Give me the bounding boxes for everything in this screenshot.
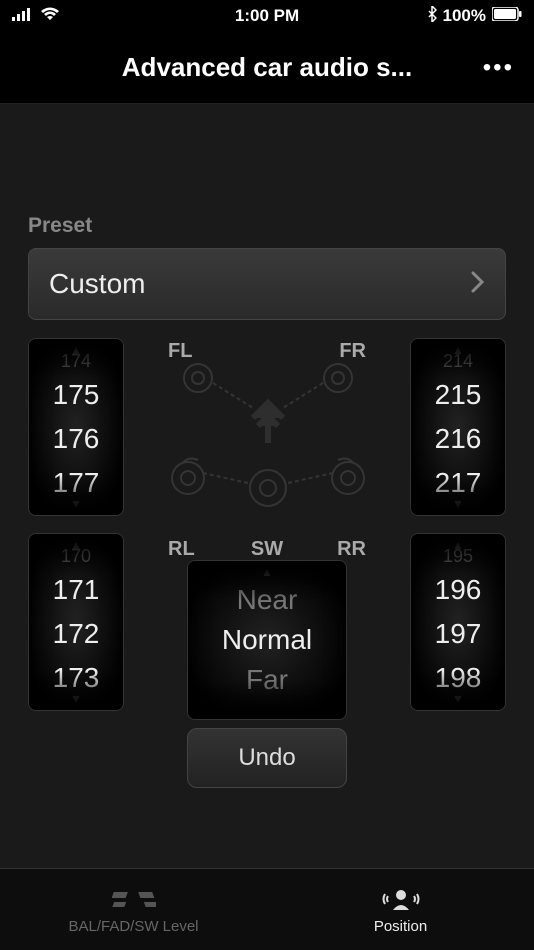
more-icon[interactable]: •••: [483, 54, 514, 82]
page-title: Advanced car audio s...: [122, 52, 412, 83]
arrow-up-icon: ▲: [70, 538, 82, 552]
wheel-value: Far: [246, 660, 288, 700]
wheel-value: 216: [435, 417, 482, 461]
status-bar: 1:00 PM 100%: [0, 0, 534, 32]
battery-icon: [492, 6, 522, 26]
content: Preset Custom FL FR RL SW RR: [0, 104, 534, 718]
tab-bal-fad-sw[interactable]: BAL/FAD/SW Level: [0, 869, 267, 950]
arrow-down-icon: ▼: [70, 497, 82, 511]
tab-label: Position: [374, 918, 427, 935]
battery-percent: 100%: [443, 6, 486, 26]
status-time: 1:00 PM: [235, 6, 299, 26]
arrow-down-icon: ▼: [452, 497, 464, 511]
tab-bar: BAL/FAD/SW Level Position: [0, 868, 534, 950]
wheel-value: Normal: [222, 620, 312, 660]
arrow-up-icon: ▲: [452, 538, 464, 552]
wheel-value: 175: [53, 373, 100, 417]
rr-wheel[interactable]: ▲ 195 196 197 198 ▼: [410, 533, 506, 711]
fr-wheel[interactable]: ▲ 214 215 216 217 ▼: [410, 338, 506, 516]
wheel-value: 215: [435, 373, 482, 417]
tab-label: BAL/FAD/SW Level: [68, 918, 198, 935]
speaker-area: FL FR RL SW RR: [28, 338, 506, 718]
balance-icon: [112, 884, 156, 914]
arrow-up-icon: ▲: [70, 343, 82, 357]
rl-label: RL: [168, 538, 195, 561]
sw-wheel[interactable]: ▲ Near Normal Far: [187, 560, 347, 720]
sw-label: SW: [251, 538, 283, 561]
chevron-right-icon: [471, 268, 485, 300]
preset-select[interactable]: Custom: [28, 248, 506, 320]
wheel-value: 197: [435, 612, 482, 656]
wheel-value: 176: [53, 417, 100, 461]
wheel-value: 172: [53, 612, 100, 656]
position-icon: [379, 884, 423, 914]
status-left: [12, 6, 60, 26]
wifi-icon: [40, 6, 60, 26]
preset-label: Preset: [28, 214, 506, 238]
preset-value: Custom: [49, 268, 145, 300]
tab-position[interactable]: Position: [267, 869, 534, 950]
rr-label: RR: [337, 538, 366, 561]
rl-wheel[interactable]: ▲ 170 171 172 173 ▼: [28, 533, 124, 711]
arrow-up-icon: ▲: [261, 565, 273, 579]
car-diagram: [158, 348, 378, 508]
bluetooth-icon: [427, 6, 437, 27]
undo-label: Undo: [238, 744, 295, 772]
arrow-down-icon: ▼: [70, 692, 82, 706]
wheel-value: 171: [53, 568, 100, 612]
signal-icon: [12, 6, 34, 26]
wheel-value: 196: [435, 568, 482, 612]
arrow-down-icon: ▼: [452, 692, 464, 706]
arrow-up-icon: ▲: [452, 343, 464, 357]
fl-wheel[interactable]: ▲ 174 175 176 177 ▼: [28, 338, 124, 516]
status-right: 100%: [427, 6, 522, 27]
wheel-value: Near: [237, 580, 298, 620]
undo-button[interactable]: Undo: [187, 728, 347, 788]
nav-header: Advanced car audio s... •••: [0, 32, 534, 104]
